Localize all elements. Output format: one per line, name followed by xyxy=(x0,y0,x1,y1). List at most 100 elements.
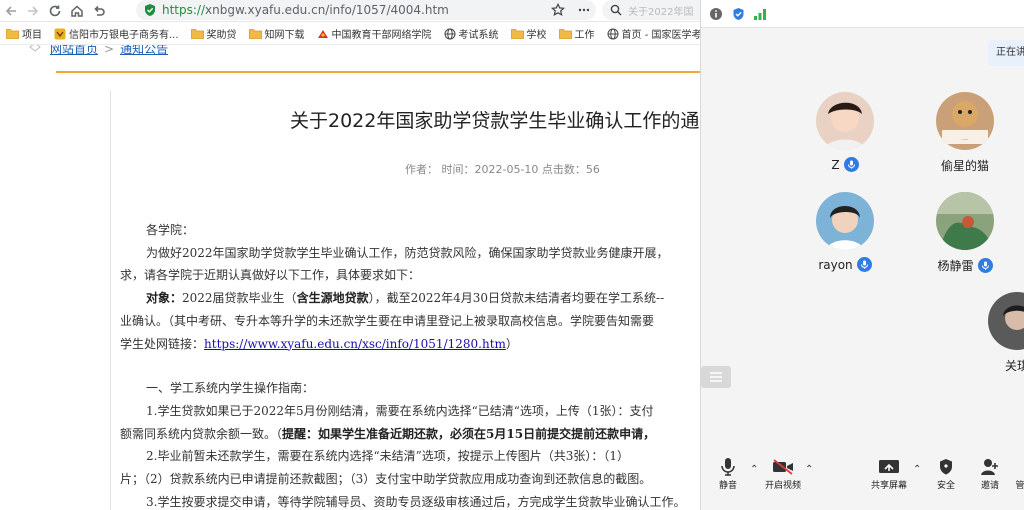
participant-name: 关琪 xyxy=(1004,359,1024,373)
breadcrumb-section-link[interactable]: 通知公告 xyxy=(120,45,168,57)
folder-icon xyxy=(558,28,572,39)
avatar xyxy=(936,192,994,250)
share-screen-icon xyxy=(879,460,899,473)
reload-button[interactable] xyxy=(44,0,66,22)
video-label: 开启视频 xyxy=(764,481,801,491)
globe-icon xyxy=(444,28,456,40)
more-dots-icon xyxy=(578,8,590,12)
bookmark-item[interactable]: 信阳市万银电子商务有... xyxy=(54,26,179,41)
forward-button[interactable] xyxy=(22,0,44,22)
participant-name: Z xyxy=(831,157,840,172)
paragraph: 对象：2022届贷款毕业生（含生源地贷款），截至2022年4月30日贷款未结清者… xyxy=(146,291,665,306)
paragraph: 为做好2022年国家助学贷款学生毕业确认工作，防范贷款风险，确保国家助学贷款业务… xyxy=(146,245,669,260)
bookmark-item[interactable]: 奖助贷 xyxy=(190,26,237,41)
home-button[interactable] xyxy=(66,0,88,22)
participant-name: rayon xyxy=(818,257,853,272)
folder-icon xyxy=(510,28,524,39)
chevron-up-icon[interactable]: ⌃ xyxy=(805,464,813,475)
participant-tile[interactable]: Z xyxy=(795,92,895,172)
shield-icon[interactable] xyxy=(731,7,745,21)
search-ghost-text: 关于2022年国 xyxy=(628,6,694,18)
chevron-up-icon[interactable]: ⌃ xyxy=(750,464,758,475)
invite-label: 邀请 xyxy=(980,481,999,491)
bookmark-item[interactable]: 学校 xyxy=(510,26,547,41)
meeting-top-bar xyxy=(701,0,1024,28)
paragraph: 求，请各学院于近期认真做好以下工作，具体要求如下： xyxy=(120,268,421,283)
security-button[interactable]: 安全 xyxy=(931,456,961,491)
site-icon xyxy=(54,28,66,40)
header-divider xyxy=(56,71,700,73)
bookmark-item[interactable]: 项目 xyxy=(6,26,42,41)
home-icon xyxy=(71,4,83,17)
bookmark-item[interactable]: 首页 - 国家医学考试... xyxy=(607,26,700,41)
breadcrumb: 网站首页 > 通知公告 xyxy=(28,45,168,57)
avatar: … xyxy=(936,92,994,150)
shield-icon xyxy=(940,459,952,475)
share-label: 共享屏幕 xyxy=(870,481,907,491)
bookmark-star-button[interactable] xyxy=(548,0,568,20)
start-video-button[interactable]: 开启视频 xyxy=(761,456,805,491)
mute-button[interactable]: 静音 xyxy=(713,456,743,491)
meeting-panel: 正在讲 Z … 偷星的猫 rayon 杨静雷 关琪 静音 ⌃ 开启视频 ⌃ 共享… xyxy=(700,0,1024,510)
avatar xyxy=(816,92,874,150)
article-body: 各学院： 为做好2022年国家助学贷款学生毕业确认工作，防范贷款风险，确保国家助… xyxy=(120,219,700,510)
bookmark-item[interactable]: 中国教育干部网络学院 xyxy=(317,26,432,41)
more-menu-button[interactable] xyxy=(574,0,594,20)
participant-name: 偷星的猫 xyxy=(940,159,989,173)
signal-icon[interactable] xyxy=(753,7,767,21)
undo-icon xyxy=(94,5,105,16)
xsc-link[interactable]: https://www.xyafu.edu.cn/xsc/info/1051/1… xyxy=(204,337,506,351)
folder-icon xyxy=(190,28,204,39)
undo-close-tab-button[interactable] xyxy=(88,0,110,22)
participant-tile[interactable]: … 偷星的猫 xyxy=(915,92,1015,174)
participant-tile[interactable]: 杨静雷 xyxy=(915,192,1015,274)
browser-toolbar: https://xnbgw.xyafu.edu.cn/info/1057/400… xyxy=(0,0,700,22)
add-user-icon xyxy=(981,459,998,475)
star-icon xyxy=(551,3,565,16)
search-icon xyxy=(610,4,622,16)
paragraph: 3.学生按要求提交申请，等待学院辅导员、资助专员逐级审核通过后，方完成学生贷款毕… xyxy=(146,494,686,509)
video-off-icon xyxy=(773,459,793,475)
mic-on-icon xyxy=(843,157,859,172)
list-icon xyxy=(710,372,722,382)
participant-name: 杨静雷 xyxy=(937,259,974,273)
avatar xyxy=(816,192,874,250)
security-label: 安全 xyxy=(936,481,955,491)
web-page: 网站首页 > 通知公告 关于2022年国家助学贷款学生毕业确认工作的通 作者： … xyxy=(0,45,700,510)
participant-tile[interactable]: 关琪 xyxy=(967,292,1024,374)
content-left-border xyxy=(110,90,111,510)
bookmark-item[interactable]: 知网下载 xyxy=(248,26,305,41)
article-title: 关于2022年国家助学贷款学生毕业确认工作的通 xyxy=(290,110,700,132)
paragraph: 1.学生贷款如果已于2022年5月份刚结清，需要在系统内选择“已结清“选项，上传… xyxy=(146,403,654,418)
breadcrumb-separator: > xyxy=(104,45,115,56)
url-text: https://xnbgw.xyafu.edu.cn/info/1057/400… xyxy=(162,3,449,17)
participant-tile[interactable]: rayon xyxy=(795,192,895,272)
paragraph: 2.毕业前暂未还款学生，需要在系统内选择“未结清”选项，按提示上传图片（共3张）… xyxy=(146,449,629,464)
meeting-toolbar: 静音 ⌃ 开启视频 ⌃ 共享屏幕 ⌃ 安全 邀请 管 xyxy=(701,452,1024,510)
speaking-indicator: 正在讲 xyxy=(988,40,1024,66)
location-icon xyxy=(28,45,42,57)
section-heading: 一、学工系统内学生操作指南： xyxy=(146,381,315,396)
manage-members-button[interactable]: 管 xyxy=(1013,456,1024,491)
info-icon[interactable] xyxy=(709,7,723,21)
article-meta: 作者： 时间：2022-05-10 点击数：56 xyxy=(405,163,600,176)
chevron-up-icon[interactable]: ⌃ xyxy=(913,464,921,475)
share-screen-button[interactable]: 共享屏幕 xyxy=(867,456,911,491)
bookmark-item[interactable]: 考试系统 xyxy=(444,26,499,41)
invite-button[interactable]: 邀请 xyxy=(975,456,1005,491)
svg-text:…: … xyxy=(962,135,968,142)
collapse-panel-button[interactable] xyxy=(701,366,731,388)
reload-icon xyxy=(49,5,61,16)
bold-label: 对象： xyxy=(146,291,183,306)
back-button[interactable] xyxy=(0,0,22,22)
avatar xyxy=(988,292,1024,350)
breadcrumb-home-link[interactable]: 网站首页 xyxy=(50,45,98,57)
address-bar[interactable]: https://xnbgw.xyafu.edu.cn/info/1057/400… xyxy=(136,0,596,20)
paragraph: 各学院： xyxy=(146,223,195,237)
paragraph: 片；（2）贷款系统内已申请提前还款截图；（3）支付宝中助学贷款应用成功查询到还款… xyxy=(120,472,652,487)
mic-on-icon xyxy=(977,258,993,273)
arrow-left-icon xyxy=(5,5,16,16)
bookmark-item[interactable]: 工作 xyxy=(558,26,595,41)
site-icon xyxy=(317,28,329,40)
toolbar-search-box[interactable]: 关于2022年国 xyxy=(602,0,700,20)
